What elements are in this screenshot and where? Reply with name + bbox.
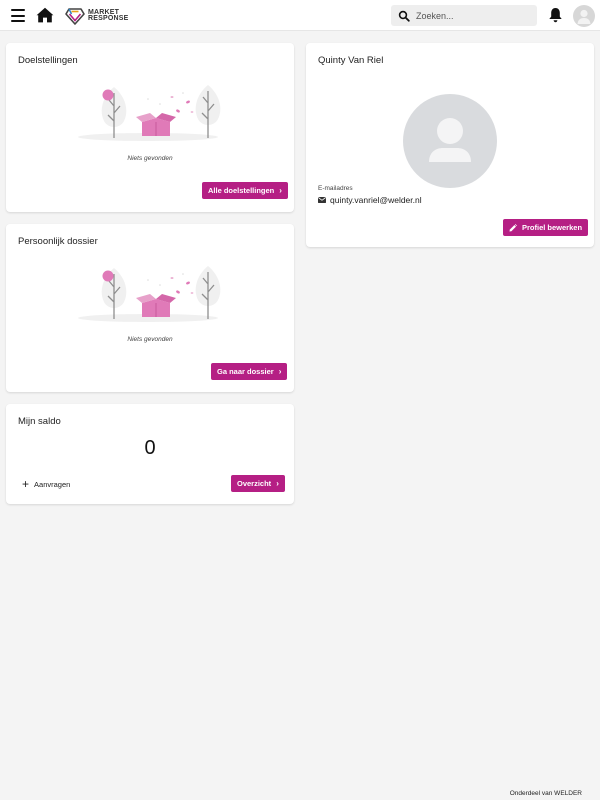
dossier-title: Persoonlijk dossier: [18, 236, 98, 247]
envelope-icon: [318, 197, 326, 203]
balance-title: Mijn saldo: [18, 416, 61, 427]
bell-icon[interactable]: [548, 7, 563, 23]
home-icon[interactable]: [36, 7, 54, 23]
goals-card: Doelstellingen Niets gevonden Alle doels…: [6, 43, 294, 212]
brand-line2: RESPONSE: [88, 15, 129, 22]
empty-state-illustration: [78, 85, 221, 141]
go-to-dossier-button[interactable]: Ga naar dossier ›: [211, 363, 288, 380]
request-label: Aanvragen: [34, 479, 71, 489]
email-label: E-mailadres: [318, 185, 353, 192]
pencil-icon: [509, 223, 517, 231]
empty-state-illustration: [78, 266, 221, 322]
user-icon: [577, 9, 591, 24]
edit-profile-button[interactable]: Profiel bewerken: [503, 219, 589, 236]
profile-avatar: [403, 94, 497, 188]
brand-text: MARKET RESPONSE: [88, 9, 129, 23]
chevron-right-icon: ›: [276, 479, 279, 488]
goals-title: Doelstellingen: [18, 55, 78, 66]
all-goals-label: Alle doelstellingen: [208, 186, 275, 195]
request-link[interactable]: + Aanvragen: [22, 478, 70, 490]
chevron-right-icon: ›: [278, 367, 282, 376]
brand-logo[interactable]: MARKET RESPONSE: [65, 6, 129, 26]
overview-button[interactable]: Overzicht ›: [231, 475, 285, 492]
profile-name: Quinty Van Riel: [318, 55, 384, 66]
profile-card: Quinty Van Riel E-mailadres quinty.vanri…: [306, 43, 594, 247]
footer-text: Onderdeel van WELDER: [509, 790, 582, 797]
email-value[interactable]: quinty.vanriel@welder.nl: [330, 195, 422, 205]
search-icon: [398, 10, 410, 22]
all-goals-button[interactable]: Alle doelstellingen ›: [202, 182, 288, 199]
search-input[interactable]: [416, 10, 526, 21]
goals-empty-text: Niets gevonden: [127, 155, 173, 162]
go-to-dossier-label: Ga naar dossier: [217, 367, 274, 376]
user-avatar[interactable]: [573, 5, 595, 27]
menu-icon[interactable]: [11, 9, 25, 22]
search-box[interactable]: [391, 5, 537, 26]
email-row: quinty.vanriel@welder.nl: [318, 195, 422, 205]
chevron-right-icon: ›: [279, 186, 282, 195]
dossier-card: Persoonlijk dossier Niets gevonden Ga na…: [6, 224, 294, 392]
plus-icon: +: [22, 477, 30, 491]
overview-label: Overzicht: [237, 479, 272, 488]
logo-icon: [65, 7, 85, 25]
dossier-empty-text: Niets gevonden: [127, 336, 173, 343]
user-icon: [429, 118, 471, 162]
balance-card: Mijn saldo 0 + Aanvragen Overzicht ›: [6, 404, 294, 504]
balance-value: 0: [144, 437, 156, 459]
top-bar: MARKET RESPONSE: [0, 0, 600, 31]
edit-profile-label: Profiel bewerken: [522, 223, 583, 232]
